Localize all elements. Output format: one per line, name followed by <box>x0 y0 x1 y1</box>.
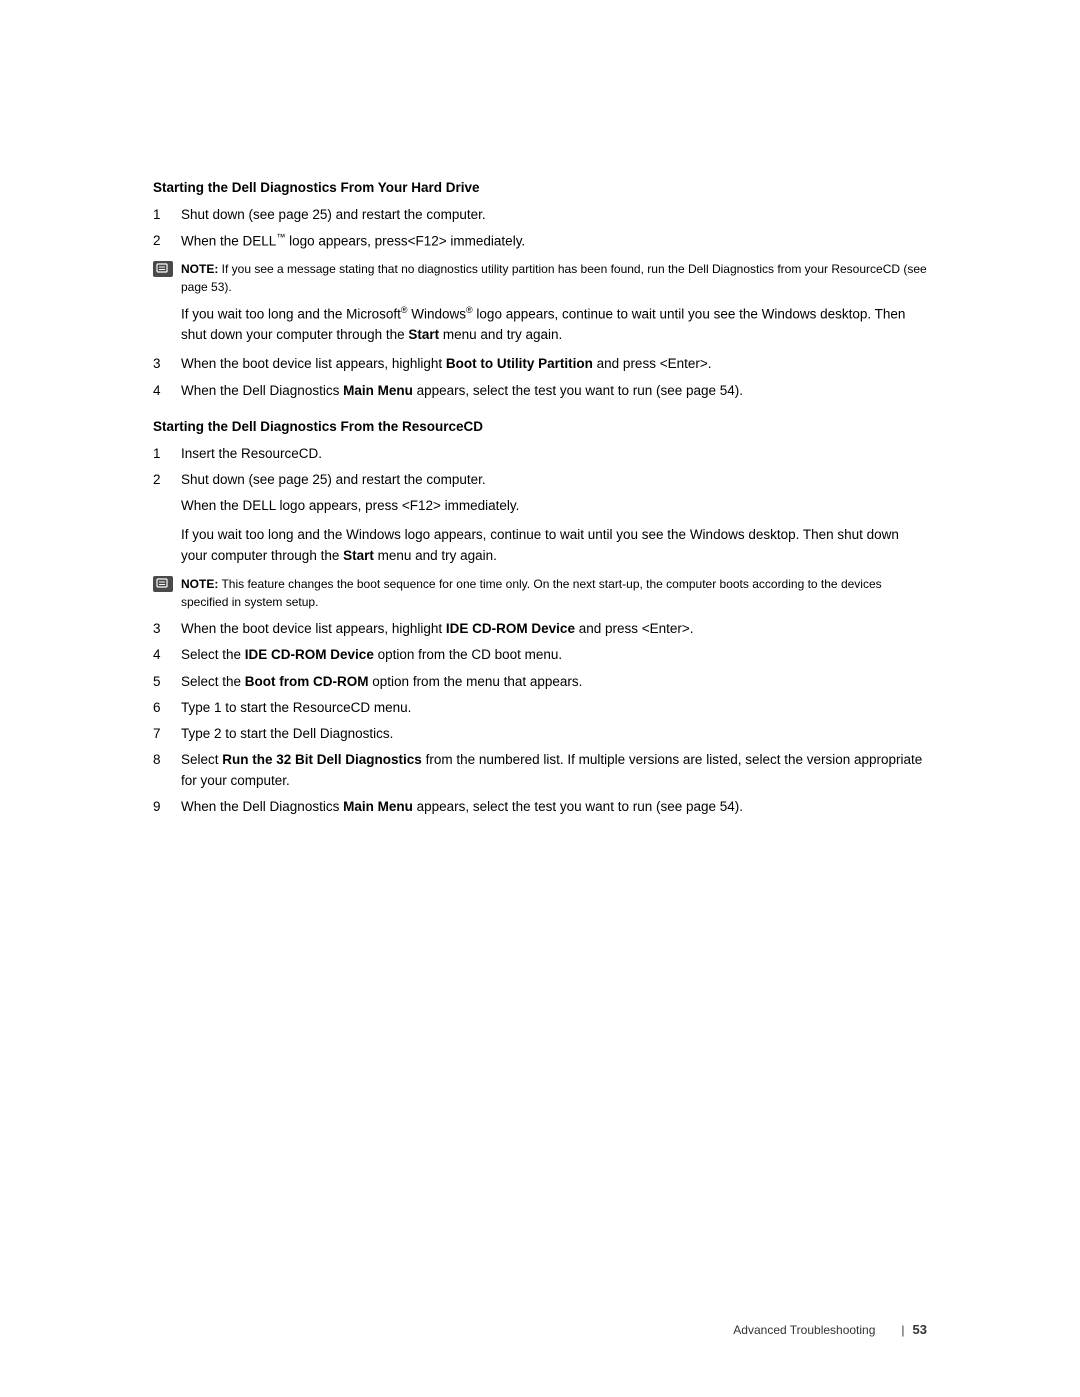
step-number: 3 <box>153 619 181 639</box>
step-content: Type 2 to start the Dell Diagnostics. <box>181 724 927 744</box>
list-item: 3 When the boot device list appears, hig… <box>153 354 927 374</box>
list-item: 2 When the DELL™ logo appears, press<F12… <box>153 231 927 252</box>
reg-sup-2: ® <box>466 305 473 315</box>
footer-page-number: 53 <box>913 1322 927 1337</box>
bold-32bit: Run the 32 Bit Dell Diagnostics <box>222 752 422 767</box>
step-number: 4 <box>153 381 181 401</box>
bold-main-menu-1: Main Menu <box>343 383 413 398</box>
note-block-2: NOTE: This feature changes the boot sequ… <box>153 575 927 611</box>
list-item: 9 When the Dell Diagnostics Main Menu ap… <box>153 797 927 817</box>
list-item: 5 Select the Boot from CD-ROM option fro… <box>153 672 927 692</box>
footer-divider: | <box>901 1323 904 1337</box>
list-item: 7 Type 2 to start the Dell Diagnostics. <box>153 724 927 744</box>
step-number: 2 <box>153 470 181 490</box>
note-icon-image <box>153 261 173 277</box>
page: Starting the Dell Diagnostics From Your … <box>0 0 1080 1397</box>
note-icon-2 <box>153 576 181 595</box>
step-content: Shut down (see page 25) and restart the … <box>181 205 927 225</box>
list-item: 1 Shut down (see page 25) and restart th… <box>153 205 927 225</box>
bold-main-menu-2: Main Menu <box>343 799 413 814</box>
note-body: If you see a message stating that no dia… <box>181 262 927 294</box>
bold-boot: Boot to Utility Partition <box>446 356 593 371</box>
bold-start-2: Start <box>343 548 374 563</box>
list-item: 2 Shut down (see page 25) and restart th… <box>153 470 927 490</box>
list-item: 1 Insert the ResourceCD. <box>153 444 927 464</box>
bold-ide-2: IDE CD-ROM Device <box>245 647 374 662</box>
section1-heading: Starting the Dell Diagnostics From Your … <box>153 180 927 195</box>
footer: Advanced Troubleshooting | 53 <box>0 1322 1080 1337</box>
para-wait-1: If you wait too long and the Microsoft® … <box>181 304 927 346</box>
step-content: When the boot device list appears, highl… <box>181 619 927 639</box>
pencil-icon <box>156 263 170 275</box>
step-number: 2 <box>153 231 181 252</box>
section2-steps2: 3 When the boot device list appears, hig… <box>153 619 927 817</box>
step-content: When the Dell Diagnostics Main Menu appe… <box>181 381 927 401</box>
note-text-2: NOTE: This feature changes the boot sequ… <box>181 575 927 611</box>
para-wait-2: If you wait too long and the Windows log… <box>181 525 927 567</box>
step-content: When the DELL™ logo appears, press<F12> … <box>181 231 927 252</box>
note-icon <box>153 261 181 280</box>
list-item: 6 Type 1 to start the ResourceCD menu. <box>153 698 927 718</box>
reg-sup-1: ® <box>401 305 408 315</box>
step-content: Select the Boot from CD-ROM option from … <box>181 672 927 692</box>
note-label-2: NOTE: <box>181 577 218 591</box>
step-content: Type 1 to start the ResourceCD menu. <box>181 698 927 718</box>
step-number: 1 <box>153 444 181 464</box>
step-content: When the Dell Diagnostics Main Menu appe… <box>181 797 927 817</box>
list-item: 4 Select the IDE CD-ROM Device option fr… <box>153 645 927 665</box>
step-content: Select the IDE CD-ROM Device option from… <box>181 645 927 665</box>
note-body-2: This feature changes the boot sequence f… <box>181 577 882 609</box>
list-item: 4 When the Dell Diagnostics Main Menu ap… <box>153 381 927 401</box>
trademark-sup: ™ <box>276 232 285 242</box>
section1-steps: 1 Shut down (see page 25) and restart th… <box>153 205 927 252</box>
footer-section-label: Advanced Troubleshooting <box>733 1323 875 1337</box>
bold-boot-cd: Boot from CD-ROM <box>245 674 369 689</box>
section2-heading: Starting the Dell Diagnostics From the R… <box>153 419 927 434</box>
step-number: 6 <box>153 698 181 718</box>
step-content: Insert the ResourceCD. <box>181 444 927 464</box>
bold-ide-1: IDE CD-ROM Device <box>446 621 575 636</box>
note-text-1: NOTE: If you see a message stating that … <box>181 260 927 296</box>
step-number: 5 <box>153 672 181 692</box>
list-item: 8 Select Run the 32 Bit Dell Diagnostics… <box>153 750 927 791</box>
note-label: NOTE: <box>181 262 218 276</box>
step-content: Select Run the 32 Bit Dell Diagnostics f… <box>181 750 927 791</box>
step-number: 1 <box>153 205 181 225</box>
step-number: 9 <box>153 797 181 817</box>
step-content: Shut down (see page 25) and restart the … <box>181 470 927 490</box>
step-number: 3 <box>153 354 181 374</box>
pencil-icon-2 <box>156 578 170 590</box>
step-number: 7 <box>153 724 181 744</box>
step-number: 8 <box>153 750 181 791</box>
section1-steps2: 3 When the boot device list appears, hig… <box>153 354 927 401</box>
step-number: 4 <box>153 645 181 665</box>
note-icon-image-2 <box>153 576 173 592</box>
step-content: When the boot device list appears, highl… <box>181 354 927 374</box>
bold-start: Start <box>408 327 439 342</box>
note-block-1: NOTE: If you see a message stating that … <box>153 260 927 296</box>
para-dell-logo: When the DELL logo appears, press <F12> … <box>181 496 927 517</box>
section2-steps: 1 Insert the ResourceCD. 2 Shut down (se… <box>153 444 927 491</box>
list-item: 3 When the boot device list appears, hig… <box>153 619 927 639</box>
